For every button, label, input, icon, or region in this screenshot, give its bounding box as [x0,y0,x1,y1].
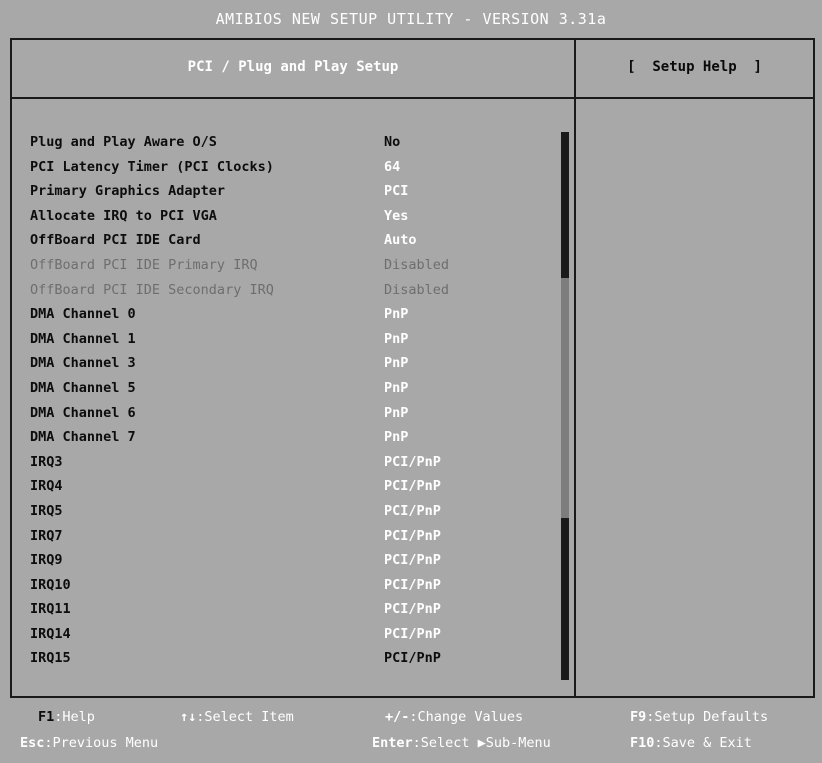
setting-value: Disabled [384,256,450,273]
f1-text: :Help [54,709,95,725]
setting-label: Plug and Play Aware O/S [30,134,217,150]
esc-key: Esc [20,735,45,751]
enter-text: :Select ▶Sub-Menu [412,735,551,751]
f1-key: F1 [38,709,55,725]
setting-label: OffBoard PCI IDE Primary IRQ [30,256,258,273]
esc-text: :Previous Menu [44,735,159,751]
setting-label: DMA Channel 5 [30,379,136,396]
setting-value[interactable]: PnP [384,401,408,426]
setting-label: IRQ14 [30,625,71,642]
section-title: PCI / Plug and Play Setup [187,59,399,75]
f9-key: F9 [630,709,647,725]
setting-value[interactable]: PCI/PnP [384,524,441,549]
setting-label: DMA Channel 7 [30,429,136,446]
setting-value[interactable]: Auto [384,228,417,253]
setting-label: OffBoard PCI IDE Secondary IRQ [30,281,274,298]
plusminus-text: :Change Values [409,709,524,725]
setting-value[interactable]: PnP [384,351,408,376]
footer-help-hint: F1:Help [38,709,95,725]
setting-label: IRQ5 [30,502,63,519]
setting-value[interactable]: Yes [384,204,408,229]
f9-text: :Setup Defaults [646,709,769,725]
setting-value[interactable]: PnP [384,376,408,401]
setting-value[interactable]: PCI/PnP [384,646,441,671]
setting-label: DMA Channel 6 [30,404,136,421]
setting-label: DMA Channel 1 [30,330,136,347]
panel-divider-horizontal [10,97,815,99]
setting-value[interactable]: No [384,130,400,155]
footer-setup-defaults-hint: F9:Setup Defaults [630,709,768,725]
setting-label: IRQ7 [30,527,63,544]
footer-sub-menu-hint: Enter:Select ▶Sub-Menu [372,735,551,751]
enter-key: Enter [372,735,413,751]
setting-value[interactable]: PCI/PnP [384,622,441,647]
footer-change-values-hint: +/-:Change Values [385,709,523,725]
footer-save-exit-hint: F10:Save & Exit [630,735,752,751]
setting-label: IRQ11 [30,601,71,618]
setting-value[interactable]: PCI/PnP [384,597,441,622]
setting-label: IRQ15 [30,650,71,667]
setting-label: IRQ4 [30,478,63,495]
setting-value[interactable]: PCI/PnP [384,548,441,573]
key-help-footer: F1:Help ↑↓:Select Item +/-:Change Values… [0,705,822,763]
setting-label: DMA Channel 3 [30,355,136,372]
scroll-down-arrow-icon[interactable]: ▼ [556,668,574,682]
setting-value[interactable]: 64 [384,155,400,180]
scrollbar[interactable] [561,132,569,680]
setup-help-title: [ Setup Help ] [627,59,762,75]
footer-select-item-hint: ↑↓:Select Item [180,709,294,725]
f10-key: F10 [630,735,655,751]
setting-value[interactable]: PnP [384,302,408,327]
arrows-text: :Select Item [196,709,294,725]
setting-label: IRQ10 [30,576,71,593]
setting-label: IRQ9 [30,552,63,569]
setting-value[interactable]: PCI/PnP [384,573,441,598]
setting-label: OffBoard PCI IDE Card [30,232,201,249]
panel-divider-vertical [574,38,576,698]
plus-minus-keys: +/- [385,709,410,725]
setting-value[interactable]: PCI/PnP [384,450,441,475]
setting-label: Allocate IRQ to PCI VGA [30,207,217,224]
scrollbar-thumb[interactable] [561,278,569,518]
setting-value[interactable]: PCI/PnP [384,499,441,524]
setting-label: Primary Graphics Adapter [30,183,226,200]
setting-value[interactable]: PCI [384,179,408,204]
setting-value[interactable]: PnP [384,327,408,352]
setting-value: Disabled [384,281,450,298]
arrow-keys: ↑↓ [180,709,197,725]
bios-title: AMIBIOS NEW SETUP UTILITY - VERSION 3.31… [215,10,607,28]
setting-value[interactable]: PnP [384,425,408,450]
setting-label: IRQ3 [30,453,63,470]
setting-label: DMA Channel 0 [30,306,136,323]
setting-value[interactable]: PCI/PnP [384,474,441,499]
setting-label: PCI Latency Timer (PCI Clocks) [30,158,274,175]
footer-previous-menu-hint: Esc:Previous Menu [20,735,158,751]
f10-text: :Save & Exit [654,735,752,751]
